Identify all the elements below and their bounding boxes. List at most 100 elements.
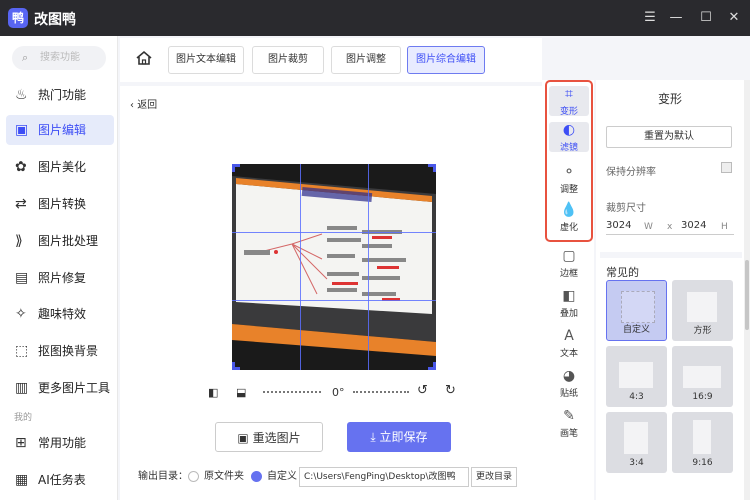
section-mine-label: 我的: [14, 413, 33, 423]
reset-default-button[interactable]: 重置为默认: [606, 126, 732, 148]
tab-adjust[interactable]: 图片调整: [331, 46, 401, 74]
original-folder-label: 原文件夹: [204, 471, 244, 482]
radio-custom[interactable]: [251, 471, 262, 482]
sidebar-item-beautify[interactable]: ✿ 图片美化: [6, 152, 114, 182]
preset-custom[interactable]: 自定义: [606, 280, 667, 341]
preset-16-9[interactable]: 16:9: [672, 346, 733, 407]
sidebar-item-label: 图片转换: [38, 197, 87, 211]
tab-crop[interactable]: 图片裁剪: [252, 46, 324, 74]
home-icon[interactable]: [135, 50, 153, 70]
tab-text-edit[interactable]: 图片文本编辑: [168, 46, 244, 74]
sidebar-item-label: 热门功能: [38, 88, 87, 102]
sidebar-item-label: 常用功能: [38, 436, 87, 450]
sidebar-item-hot[interactable]: ♨ 热门功能: [6, 80, 114, 110]
rotation-slider-left[interactable]: [263, 391, 321, 393]
grid-line-v2: [368, 164, 369, 370]
preset-label: 16:9: [692, 392, 713, 402]
keep-resolution-label: 保持分辨率: [606, 167, 656, 178]
search-icon: ⌕: [22, 51, 29, 64]
search-input[interactable]: ⌕ 搜索功能: [12, 46, 106, 70]
title-bar: 鸭 改图鸭 ☰ — ☐ ✕: [0, 0, 750, 36]
tool-frame[interactable]: ▢ 边框: [549, 248, 589, 279]
change-directory-button[interactable]: 更改目录: [471, 467, 517, 487]
radio-original-folder[interactable]: [188, 471, 199, 482]
back-label: 返回: [137, 100, 158, 111]
grid-line-h2: [232, 300, 436, 301]
flame-icon: ♨: [15, 87, 28, 103]
tool-overlay[interactable]: ◧ 叠加: [549, 288, 589, 319]
sidebar-item-convert[interactable]: ⇄ 图片转换: [6, 189, 114, 219]
crop-handle-br[interactable]: [428, 362, 436, 370]
crop-handle-bl[interactable]: [232, 362, 240, 370]
preset-label: 3:4: [629, 458, 644, 468]
maximize-icon[interactable]: ☐: [698, 10, 714, 26]
ai-task-icon: ▦: [15, 472, 29, 488]
preset-shape: [624, 422, 648, 454]
keep-resolution-checkbox[interactable]: [721, 162, 732, 173]
size-separator: x: [667, 222, 673, 232]
tab-composite-edit[interactable]: 图片综合编辑: [407, 46, 485, 74]
panel-scroll-thumb[interactable]: [745, 260, 749, 330]
save-now-button[interactable]: ⤓ 立即保存: [347, 422, 451, 452]
width-input[interactable]: 3024: [606, 220, 631, 231]
tool-text[interactable]: A 文本: [549, 328, 589, 359]
crop-handle-tl[interactable]: [232, 164, 240, 172]
menu-icon[interactable]: ☰: [642, 10, 658, 26]
image-icon: ▣: [237, 431, 253, 445]
edited-photo[interactable]: [232, 164, 436, 370]
flip-vertical-icon[interactable]: ⬓: [236, 386, 246, 399]
sidebar-item-image-edit[interactable]: ▣ 图片编辑: [6, 115, 114, 145]
tool-label: 画笔: [559, 429, 578, 439]
rotation-slider-right[interactable]: [353, 391, 409, 393]
rotate-left-icon[interactable]: ↺: [417, 383, 428, 398]
preset-shape: [687, 292, 717, 322]
tool-sticker[interactable]: ◕ 贴纸: [549, 368, 589, 399]
tool-brush[interactable]: ✎ 画笔: [549, 408, 589, 439]
size-underline: [606, 234, 734, 235]
overlay-icon: ◧: [562, 288, 576, 304]
preset-3-4[interactable]: 3:4: [606, 412, 667, 473]
output-path-field[interactable]: C:\Users\FengPing\Desktop\改图鸭: [299, 467, 469, 487]
sidebar-item-batch[interactable]: ⟫ 图片批处理: [6, 226, 114, 256]
close-icon[interactable]: ✕: [726, 10, 742, 26]
preset-shape: [683, 366, 721, 388]
sidebar-item-label: 更多图片工具: [38, 381, 111, 395]
preset-shape: [693, 420, 711, 454]
preset-9-16[interactable]: 9:16: [672, 412, 733, 473]
tool-label: 贴纸: [559, 389, 578, 399]
rotate-right-icon[interactable]: ↻: [445, 383, 456, 398]
reselect-image-button[interactable]: ▣ 重选图片: [215, 422, 323, 452]
image-edit-icon: ▣: [15, 122, 29, 138]
preset-4-3[interactable]: 4:3: [606, 346, 667, 407]
save-icon: ⤓: [370, 430, 380, 444]
width-unit: W: [644, 222, 653, 232]
highlight-box: [545, 80, 593, 242]
sidebar-item-common[interactable]: ⊞ 常用功能: [6, 428, 114, 458]
preset-label: 方形: [693, 326, 712, 336]
sidebar-item-repair[interactable]: ▤ 照片修复: [6, 263, 114, 293]
preset-shape: [621, 291, 655, 323]
sidebar-item-more-tools[interactable]: ▥ 更多图片工具: [6, 373, 114, 403]
minimize-icon[interactable]: —: [668, 10, 684, 26]
cutout-icon: ⬚: [15, 343, 29, 359]
sticker-icon: ◕: [562, 368, 576, 384]
app-logo-icon: 鸭: [8, 8, 28, 28]
sidebar-item-ai-tasks[interactable]: ▦ AI任务表: [6, 465, 114, 495]
crop-handle-tr[interactable]: [428, 164, 436, 172]
height-input[interactable]: 3024: [681, 220, 706, 231]
preset-square[interactable]: 方形: [672, 280, 733, 341]
panel-title: 变形: [657, 92, 682, 106]
grid-line-h1: [232, 232, 436, 233]
preset-label: 自定义: [622, 325, 650, 335]
back-link[interactable]: ‹ 返回: [130, 96, 157, 111]
sidebar-item-label: 图片编辑: [38, 123, 87, 137]
crop-size-label: 裁剪尺寸: [606, 203, 646, 214]
sidebar-item-label: AI任务表: [38, 473, 86, 487]
sidebar-item-cutout[interactable]: ⬚ 抠图换背景: [6, 336, 114, 366]
flip-horizontal-icon[interactable]: ◧: [208, 386, 218, 399]
output-dir-label: 输出目录：: [138, 471, 188, 482]
image-beautify-icon: ✿: [15, 159, 27, 175]
brush-icon: ✎: [563, 408, 575, 424]
preset-label: 9:16: [692, 458, 713, 468]
sidebar-item-effects[interactable]: ✧ 趣味特效: [6, 299, 114, 329]
